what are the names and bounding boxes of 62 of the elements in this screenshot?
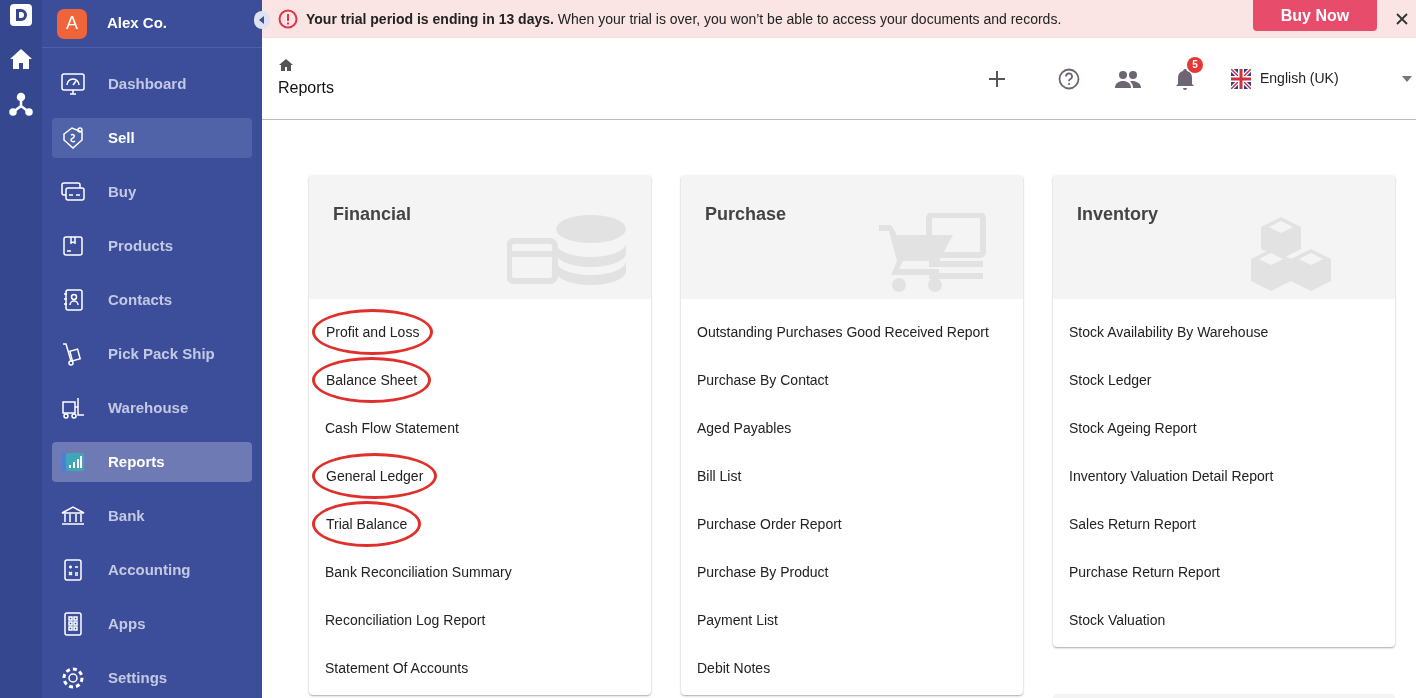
bell-icon[interactable] [1175, 66, 1195, 91]
sidebar-item[interactable]: Apps [52, 604, 252, 644]
report-link[interactable]: Balance Sheet [326, 372, 418, 388]
report-link[interactable]: Bill List [697, 465, 742, 487]
report-link[interactable]: Stock Ledger [1069, 369, 1152, 391]
trial-message: Your trial period is ending in 13 days. When your trial is over, you won’t be able to access your documents and records. [306, 9, 1062, 29]
card-title: Purchase [705, 203, 788, 226]
sidebar-item[interactable]: Contacts [52, 280, 252, 320]
sidebar-item[interactable]: Buy [52, 172, 252, 212]
home-icon[interactable] [9, 48, 33, 70]
report-link[interactable]: Purchase Return Report [1069, 561, 1220, 583]
network-icon[interactable] [9, 92, 33, 116]
collapse-icon[interactable] [254, 11, 270, 29]
sidebar-item[interactable]: Pick Pack Ship [52, 334, 252, 374]
people-icon[interactable] [1115, 69, 1141, 88]
buy-now-button[interactable]: Buy Now [1253, 0, 1377, 31]
card-title: Financial [333, 203, 413, 226]
sidebar-item[interactable]: Accounting [52, 550, 252, 590]
add-icon[interactable] [988, 69, 1006, 88]
tag-icon [60, 125, 86, 151]
report-link[interactable]: Sales Return Report [1069, 513, 1196, 535]
report-link[interactable]: Stock Availability By Warehouse [1069, 321, 1269, 343]
page-title: Reports [278, 77, 335, 98]
settings-icon [60, 665, 86, 691]
report-link[interactable]: Stock Valuation [1069, 609, 1166, 631]
close-icon[interactable] [1396, 13, 1408, 25]
report-link[interactable]: Reconciliation Log Report [325, 609, 486, 631]
report-link[interactable]: Purchase By Contact [697, 369, 829, 391]
sidebar-item[interactable]: Products [52, 226, 252, 266]
app-logo-icon[interactable] [10, 4, 32, 26]
sidebar-item[interactable]: Reports [52, 442, 252, 482]
notification-badge: 5 [1187, 56, 1203, 73]
card-title: Inventory [1077, 203, 1160, 226]
sidebar-item[interactable]: Warehouse [52, 388, 252, 428]
error-icon [278, 9, 298, 29]
report-link[interactable]: Profit and Loss [326, 324, 420, 340]
report-link[interactable]: Aged Payables [697, 417, 792, 439]
report-link[interactable]: Inventory Valuation Detail Report [1069, 465, 1274, 487]
company-name: Alex Co. [107, 13, 167, 34]
report-link[interactable]: Bank Reconciliation Summary [325, 561, 512, 583]
sidebar-item[interactable]: Sell [52, 118, 252, 158]
report-link[interactable]: Trial Balance [326, 516, 408, 532]
report-link[interactable]: General Ledger [326, 468, 424, 484]
report-link[interactable]: Payment List [697, 609, 778, 631]
caret-icon[interactable] [1402, 75, 1412, 82]
help-icon[interactable] [1058, 67, 1080, 90]
report-link[interactable]: Debit Notes [697, 657, 771, 679]
uk-flag-icon[interactable] [1231, 68, 1251, 89]
language-selector[interactable]: English (UK) [1260, 68, 1380, 89]
box-icon [60, 233, 86, 259]
report-link[interactable]: Outstanding Purchases Good Received Report [697, 321, 989, 343]
forklift-icon [60, 395, 86, 421]
report-link[interactable]: Purchase By Product [697, 561, 829, 583]
dashboard-icon [60, 71, 86, 97]
report-link[interactable]: Cash Flow Statement [325, 417, 459, 439]
home-icon[interactable] [278, 57, 294, 72]
sidebar-item[interactable]: Settings [52, 658, 252, 698]
sidebar-item[interactable]: Bank [52, 496, 252, 536]
report-link[interactable]: Statement Of Accounts [325, 657, 469, 679]
report-link[interactable]: Stock Ageing Report [1069, 417, 1197, 439]
sidebar-item[interactable]: Dashboard [52, 64, 252, 104]
report-link[interactable]: Purchase Order Report [697, 513, 842, 535]
